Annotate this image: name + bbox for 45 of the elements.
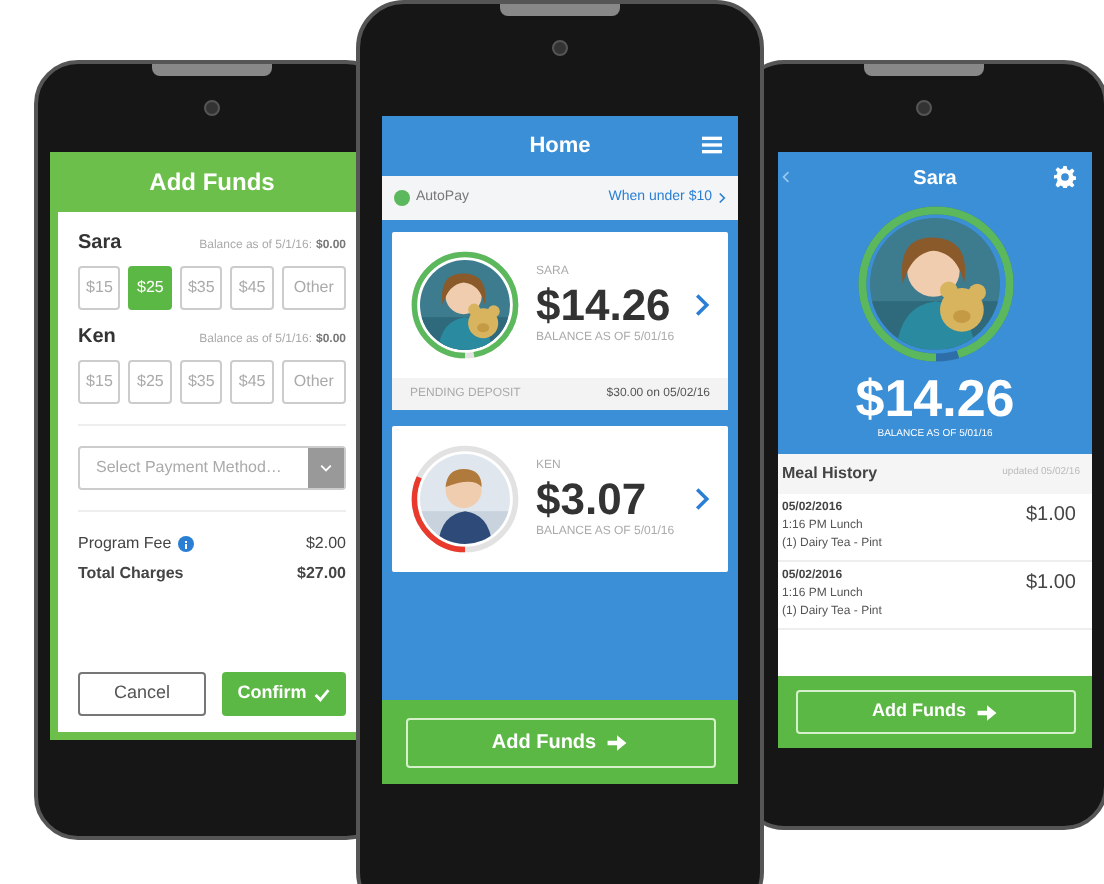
child-name: Sara <box>78 230 122 258</box>
amount-option[interactable]: $35 <box>179 360 223 404</box>
cancel-button[interactable]: Cancel <box>78 672 206 716</box>
screen-title: Add Funds <box>147 166 277 200</box>
arrow-right-icon <box>606 731 629 753</box>
camera-icon <box>916 100 932 116</box>
screen-title: Sara <box>913 165 957 193</box>
fee-value: $27.00 <box>297 562 346 586</box>
back-icon <box>782 170 790 184</box>
chevron-right-icon <box>718 192 726 204</box>
amount-option[interactable]: $25 <box>128 360 172 404</box>
add-funds-button[interactable]: Add Funds <box>405 717 715 767</box>
meal-price: $1.00 <box>1025 569 1076 597</box>
amount-option[interactable]: $45 <box>230 266 274 310</box>
amount-option[interactable]: $15 <box>78 266 121 310</box>
child-name: Ken <box>78 324 116 352</box>
chevron-right-icon <box>694 292 710 318</box>
amount-option[interactable]: $45 <box>230 360 274 404</box>
amount-option[interactable]: Other <box>281 266 346 310</box>
add-funds-button[interactable]: Add Funds <box>795 690 1075 734</box>
camera-icon <box>204 100 220 116</box>
amount-option[interactable]: $35 <box>179 266 223 310</box>
confirm-button[interactable]: Confirm <box>222 672 346 716</box>
meal-price: $1.00 <box>1025 501 1076 529</box>
toggle-icon[interactable] <box>394 190 410 206</box>
screen-title: Home <box>529 131 591 162</box>
fee-label: Program Fee <box>78 532 172 556</box>
balance-amount: $14.26 <box>853 368 1017 428</box>
fee-value: $2.00 <box>305 532 346 556</box>
camera-icon <box>552 40 568 56</box>
amount-option[interactable]: $15 <box>78 360 121 404</box>
chevron-down-icon <box>320 464 332 472</box>
checkmark-icon <box>314 687 331 701</box>
info-icon[interactable] <box>177 536 194 552</box>
payment-method-select[interactable]: Select Payment Method… <box>78 446 346 490</box>
balance-amount: $14.26 <box>536 281 673 329</box>
section-title: Meal History <box>782 461 878 485</box>
fee-label: Total Charges <box>78 562 184 586</box>
menu-icon[interactable] <box>702 136 722 154</box>
arrow-right-icon <box>976 701 998 723</box>
balance-amount: $3.07 <box>536 475 649 523</box>
chevron-right-icon <box>694 486 710 512</box>
amount-option[interactable]: $25 <box>128 266 172 310</box>
settings-icon[interactable] <box>1054 166 1076 188</box>
amount-option[interactable]: Other <box>281 360 346 404</box>
